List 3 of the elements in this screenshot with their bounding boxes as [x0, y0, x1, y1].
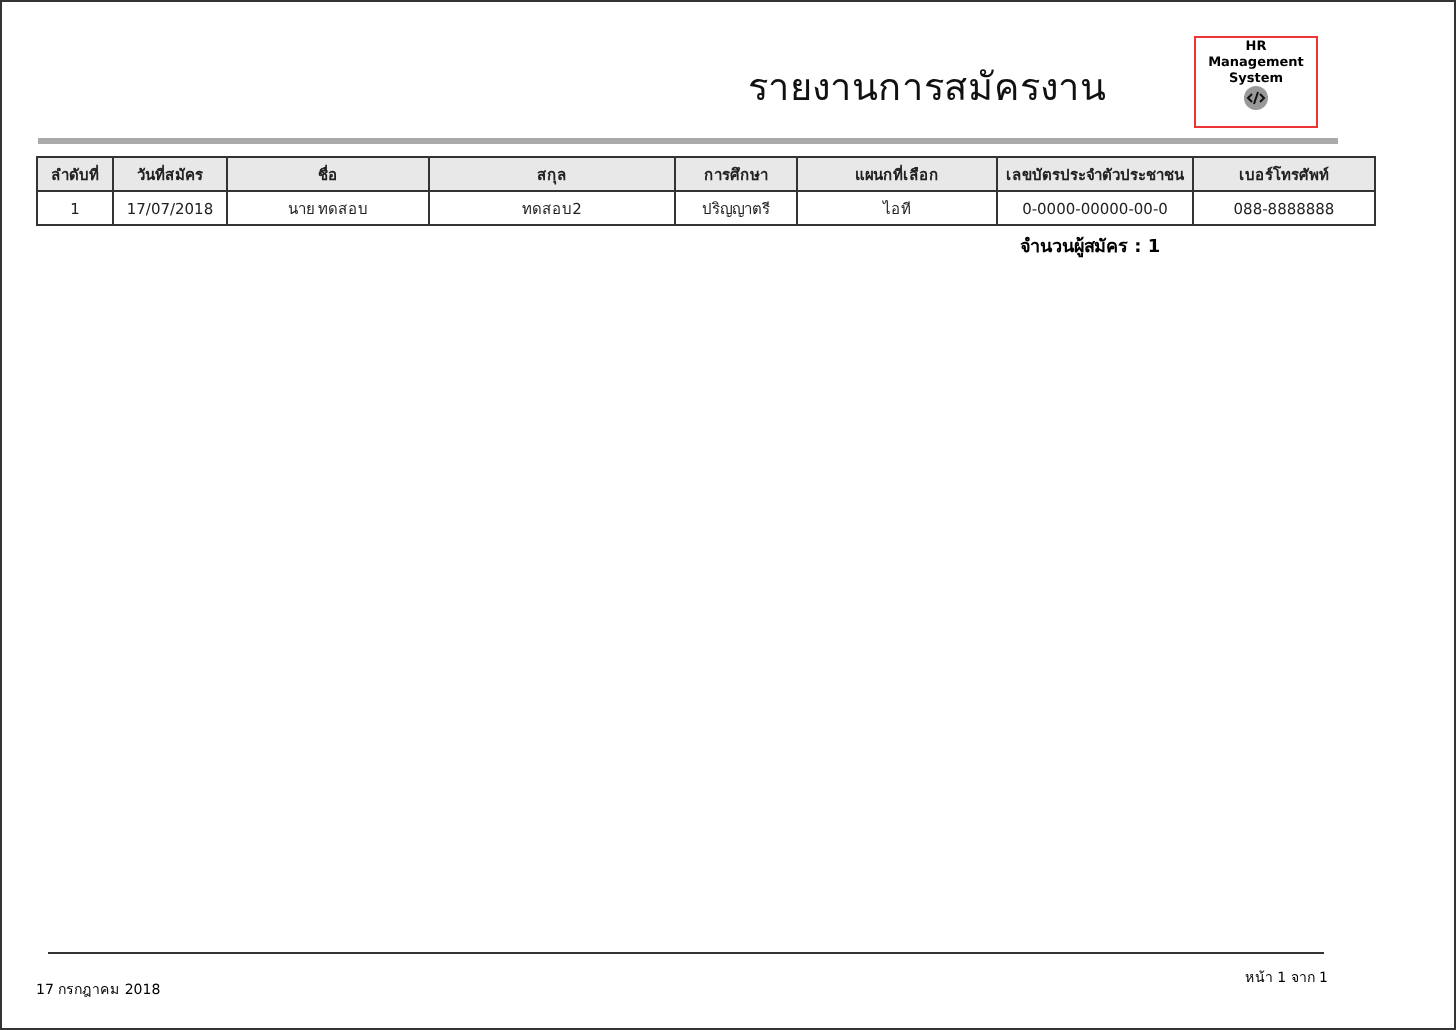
report-title: รายงานการสมัครงาน	[748, 64, 1106, 114]
code-icon	[1244, 86, 1268, 110]
applicant-count: จำนวนผู้สมัคร : 1	[1020, 234, 1161, 260]
